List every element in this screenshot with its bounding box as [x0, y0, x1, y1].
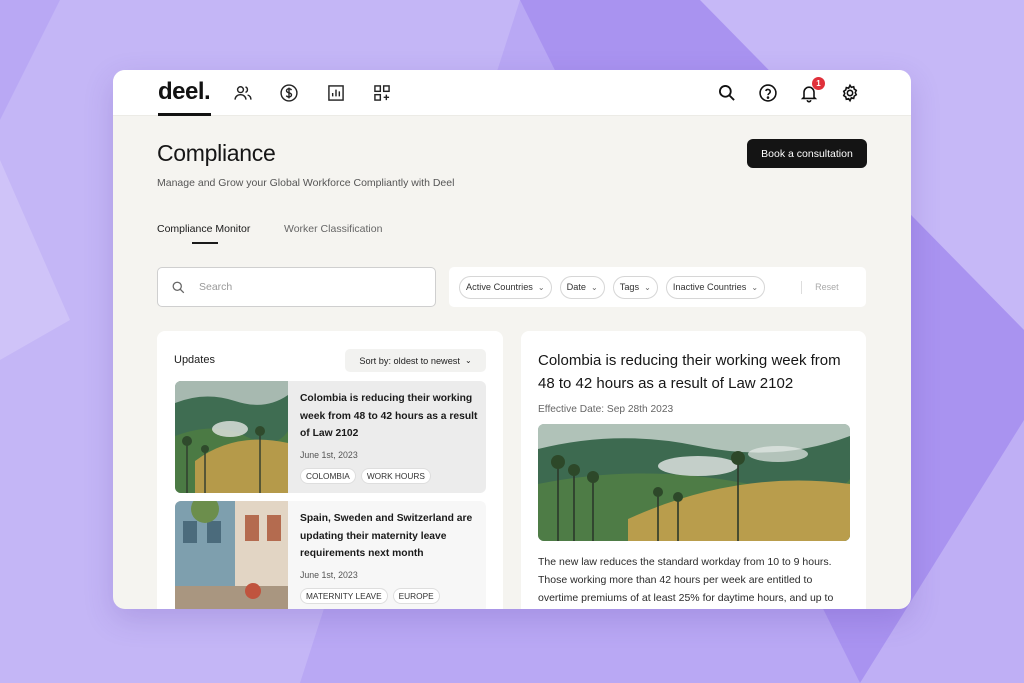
update-detail-panel: Colombia is reducing their working week … [521, 331, 866, 609]
search-input[interactable] [199, 281, 419, 293]
app-window: deel. 1 Compliance Manage and Grow your … [113, 70, 911, 609]
bell-icon[interactable]: 1 [798, 77, 825, 104]
dollar-icon[interactable] [278, 82, 300, 104]
search-icon[interactable] [716, 82, 738, 104]
people-icon[interactable] [232, 82, 254, 104]
filter-inactive-countries[interactable]: Inactive Countries ⌄ [665, 275, 766, 299]
tag-europe[interactable]: EUROPE [392, 587, 440, 604]
update-date: June 1st, 2023 [300, 449, 358, 460]
filter-label: Date [566, 282, 587, 292]
active-tab-indicator [192, 242, 218, 244]
tab-compliance-monitor[interactable]: Compliance Monitor [157, 223, 250, 235]
spain-street-image [175, 501, 288, 609]
chevron-down-icon: ⌄ [751, 282, 759, 292]
logo-active-indicator [158, 113, 211, 116]
filter-bar: Active Countries ⌄ Date ⌄ Tags ⌄ Inactive C… [449, 267, 866, 307]
page-subtitle: Manage and Grow your Global Workforce Co… [157, 177, 455, 189]
chart-icon[interactable] [325, 82, 347, 104]
chevron-down-icon: ⌄ [537, 282, 545, 292]
search-icon [172, 281, 185, 293]
updates-panel: Updates Sort by: oldest to newest ⌄ Colom… [157, 331, 503, 609]
apps-add-icon[interactable] [371, 82, 393, 104]
update-title: Colombia is reducing their working week … [300, 393, 478, 439]
tag-work-hours[interactable]: WORK HOURS [360, 467, 431, 484]
detail-title: Colombia is reducing their working week … [538, 352, 841, 392]
tab-worker-classification[interactable]: Worker Classification [284, 223, 382, 235]
filter-divider [801, 280, 803, 294]
deel-logo[interactable]: deel. [158, 78, 211, 106]
search-box[interactable] [157, 267, 436, 307]
detail-body: The new law reduces the standard workday… [538, 556, 834, 604]
chevron-down-icon: ⌄ [644, 282, 651, 292]
top-nav-bar: deel. 1 [113, 70, 911, 116]
filter-label: Tags [619, 282, 640, 292]
filter-label: Active Countries [466, 282, 533, 292]
sort-label: Sort by: oldest to newest [359, 355, 460, 366]
update-date: June 1st, 2023 [300, 569, 358, 580]
tag-colombia[interactable]: COLOMBIA [300, 467, 356, 484]
tag-maternity-leave[interactable]: MATERNITY LEAVE [300, 587, 388, 604]
book-consultation-button[interactable]: Book a consultation [747, 139, 867, 168]
filter-date[interactable]: Date ⌄ [559, 275, 605, 299]
sort-dropdown[interactable]: Sort by: oldest to newest ⌄ [345, 349, 486, 372]
update-card[interactable]: Spain, Sweden and Switzerland are updati… [175, 501, 486, 609]
chevron-down-icon: ⌄ [591, 282, 598, 292]
chevron-down-icon: ⌄ [464, 356, 472, 365]
filter-tags[interactable]: Tags ⌄ [612, 275, 658, 299]
colombia-landscape-image [175, 381, 288, 493]
effective-date: Effective Date: Sep 28th 2023 [538, 404, 674, 415]
update-title: Spain, Sweden and Switzerland are updati… [300, 513, 473, 559]
reset-filters-button[interactable]: Reset [815, 282, 839, 292]
page-title: Compliance [157, 140, 276, 166]
help-icon[interactable] [757, 82, 779, 104]
updates-title: Updates [174, 354, 215, 366]
filter-active-countries[interactable]: Active Countries ⌄ [459, 275, 552, 299]
update-card[interactable]: Colombia is reducing their working week … [175, 381, 486, 493]
gear-icon[interactable] [839, 82, 861, 104]
notification-badge: 1 [812, 77, 825, 90]
filter-label: Inactive Countries [672, 282, 747, 292]
colombia-landscape-image [538, 424, 850, 541]
